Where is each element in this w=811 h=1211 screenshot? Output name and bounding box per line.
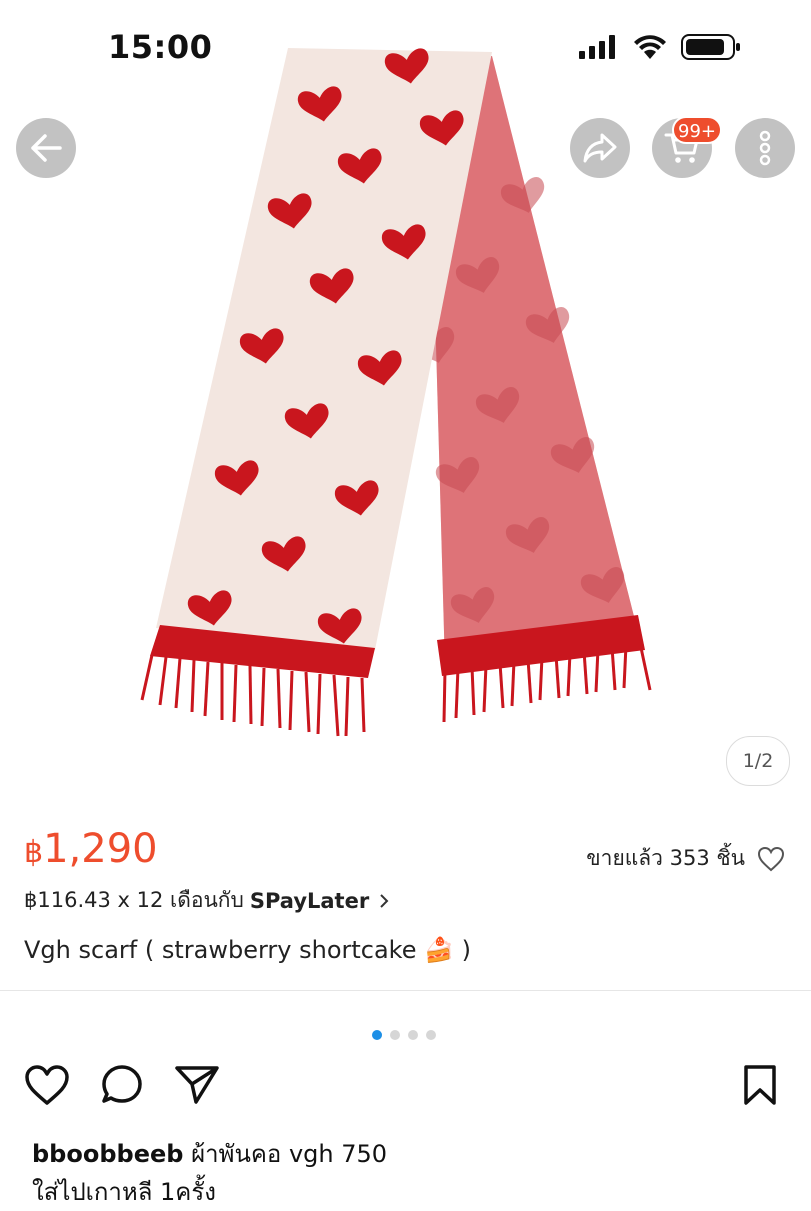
price: ฿1,290 [24, 826, 158, 872]
sold-text: ขายแล้ว 353 ชิ้น [586, 846, 745, 870]
price-currency: ฿ [24, 835, 44, 870]
cart-badge: 99+ [672, 116, 722, 144]
heart-outline-icon[interactable] [757, 846, 785, 872]
signal-icon [579, 35, 615, 59]
comment-icon[interactable] [100, 1064, 144, 1106]
divider [0, 990, 811, 991]
carousel-dot [408, 1030, 418, 1040]
bookmark-icon [744, 1065, 776, 1105]
arrow-left-icon [31, 134, 62, 162]
more-button[interactable] [735, 118, 795, 178]
send-icon[interactable] [174, 1064, 220, 1106]
installment-text: ฿116.43 x 12 เดือนกับ [24, 888, 244, 912]
carousel-dot [426, 1030, 436, 1040]
wifi-icon [634, 35, 666, 59]
bookmark-button[interactable] [742, 1064, 778, 1110]
carousel-dot [372, 1030, 382, 1040]
post-actions [24, 1064, 220, 1106]
post-username[interactable]: bboobbeeb [32, 1140, 183, 1168]
more-vertical-icon [759, 130, 771, 166]
carousel-indicator [372, 1030, 436, 1040]
image-counter: 1/2 [726, 736, 790, 786]
product-title: Vgh scarf ( strawberry shortcake 🍰 ) [24, 936, 471, 964]
caption-text: ผ้าพันคอ vgh 750 [191, 1140, 388, 1168]
sold-count: ขายแล้ว 353 ชิ้น [586, 842, 785, 875]
back-button[interactable] [16, 118, 76, 178]
battery-icon [681, 34, 740, 60]
installment-info[interactable]: ฿116.43 x 12 เดือนกับ SPayLater [24, 884, 389, 917]
installment-brand: SPayLater [249, 888, 370, 913]
carousel-dot [390, 1030, 400, 1040]
share-button[interactable] [570, 118, 630, 178]
chevron-right-icon [380, 893, 389, 908]
post-caption: bboobbeeb ผ้าพันคอ vgh 750 [32, 1134, 387, 1173]
status-icons [579, 34, 741, 60]
caption-line-2: ใส่ไปเกาหลี 1ครั้ง [32, 1178, 216, 1206]
status-time: 15:00 [108, 28, 213, 66]
price-value: 1,290 [43, 826, 158, 872]
like-heart-icon[interactable] [24, 1064, 70, 1106]
share-arrow-icon [583, 133, 617, 163]
